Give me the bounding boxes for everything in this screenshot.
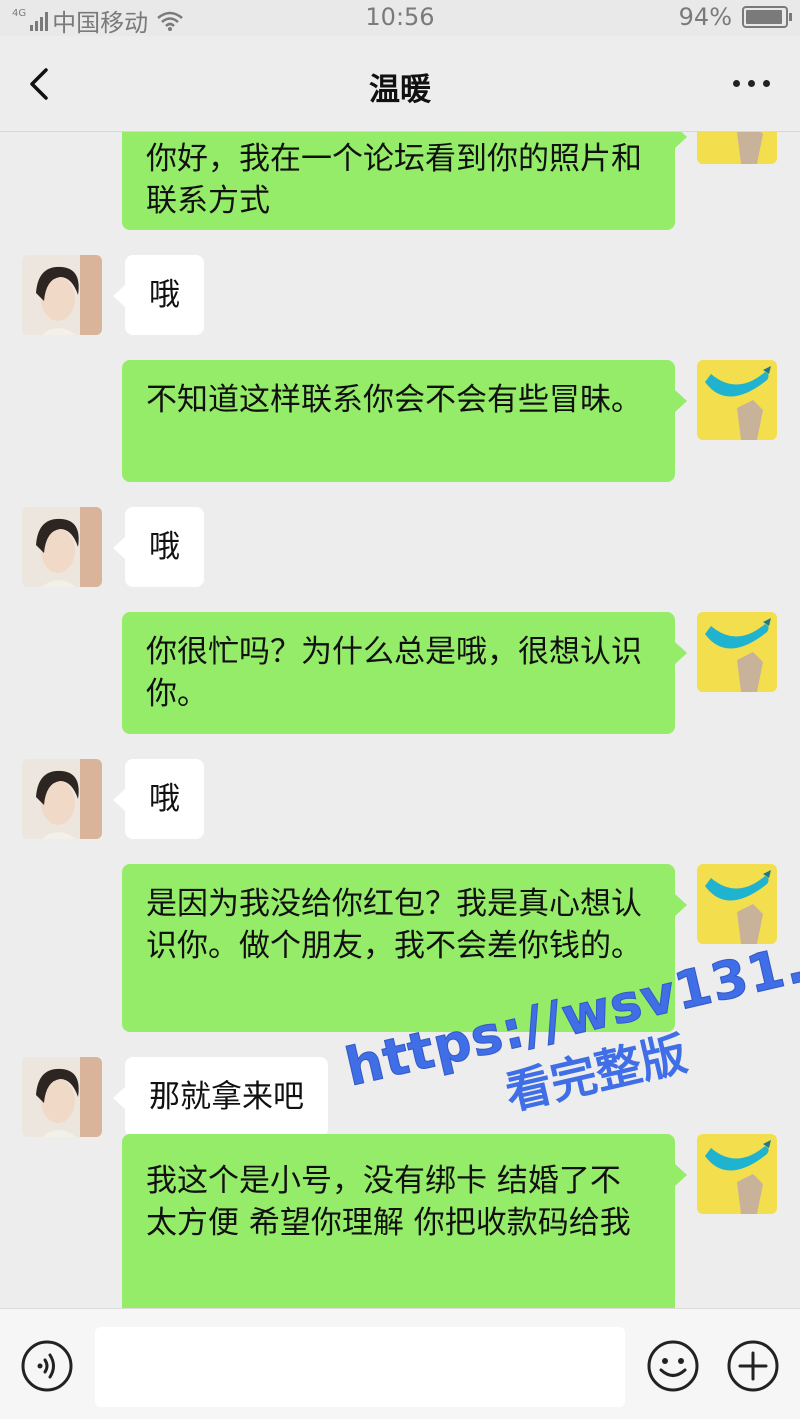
message-text: 哦: [149, 781, 180, 817]
message-text: 是因为我没给你红包？我是真心想认识你。做个朋友，我不会差你钱的。: [146, 886, 642, 964]
message-text: 哦: [149, 277, 180, 313]
battery-icon: [742, 6, 792, 28]
contact-avatar[interactable]: [22, 1057, 102, 1137]
my-avatar[interactable]: [697, 612, 777, 692]
message-text: 你很忙吗？为什么总是哦，很想认识你。: [146, 634, 642, 712]
more-dots-icon[interactable]: [733, 80, 770, 87]
incoming-bubble[interactable]: 哦: [113, 759, 204, 839]
chat-area[interactable]: 你好，我在一个论坛看到你的照片和联系方式 哦 不知道这样联系你会不会有些冒昧。 …: [0, 132, 800, 1308]
input-bar: [0, 1308, 800, 1419]
my-avatar[interactable]: [697, 1134, 777, 1214]
my-avatar[interactable]: [697, 132, 777, 164]
my-avatar[interactable]: [697, 360, 777, 440]
contact-avatar[interactable]: [22, 255, 102, 335]
message-text: 那就拿来吧: [149, 1079, 304, 1115]
emoji-icon[interactable]: [646, 1339, 700, 1393]
outgoing-bubble[interactable]: 是因为我没给你红包？我是真心想认识你。做个朋友，我不会差你钱的。: [122, 864, 687, 1032]
message-text: 哦: [149, 529, 180, 565]
status-bar: 4G 中国移动 10:56 94%: [0, 0, 800, 37]
contact-avatar[interactable]: [22, 759, 102, 839]
nav-bar: 温暖: [0, 36, 800, 132]
message-text: 不知道这样联系你会不会有些冒昧。: [146, 382, 642, 418]
outgoing-bubble[interactable]: 你好，我在一个论坛看到你的照片和联系方式: [122, 132, 687, 230]
incoming-bubble[interactable]: 那就拿来吧: [113, 1057, 328, 1137]
plus-icon[interactable]: [726, 1339, 780, 1393]
chat-title: 温暖: [369, 72, 431, 108]
outgoing-bubble[interactable]: 我这个是小号，没有绑卡 结婚了不太方便 希望你理解 你把收款码给我: [122, 1134, 687, 1308]
outgoing-bubble[interactable]: 不知道这样联系你会不会有些冒昧。: [122, 360, 687, 482]
voice-icon[interactable]: [20, 1339, 74, 1393]
status-right: 94%: [678, 3, 792, 31]
battery-percent: 94%: [678, 3, 732, 31]
outgoing-bubble[interactable]: 你很忙吗？为什么总是哦，很想认识你。: [122, 612, 687, 734]
incoming-bubble[interactable]: 哦: [113, 507, 204, 587]
incoming-bubble[interactable]: 哦: [113, 255, 204, 335]
contact-avatar[interactable]: [22, 507, 102, 587]
message-input[interactable]: [95, 1327, 625, 1407]
message-text: 你好，我在一个论坛看到你的照片和联系方式: [146, 141, 642, 219]
message-text: 我这个是小号，没有绑卡 结婚了不太方便 希望你理解 你把收款码给我: [146, 1163, 631, 1241]
my-avatar[interactable]: [697, 864, 777, 944]
